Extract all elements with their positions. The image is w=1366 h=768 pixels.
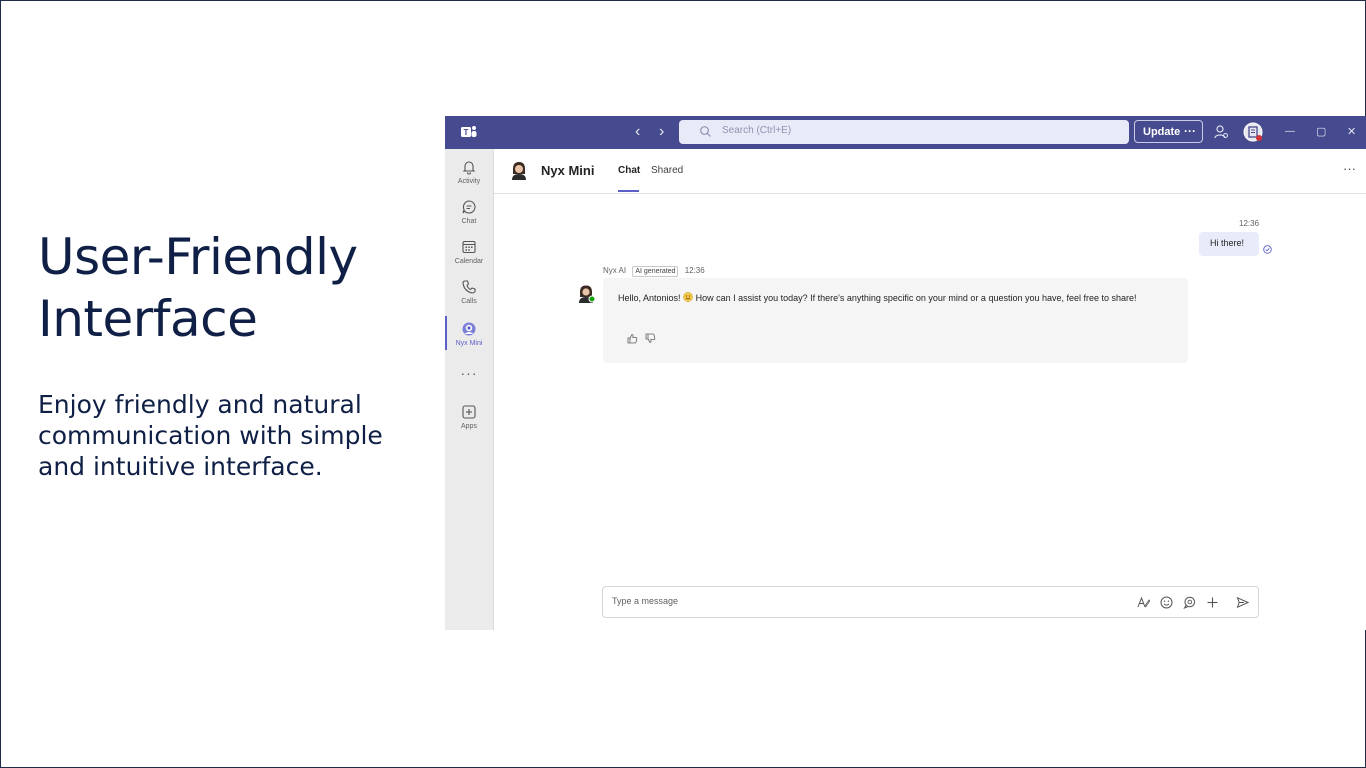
search-icon (700, 126, 711, 137)
profile-avatar[interactable] (1243, 122, 1263, 142)
bot-message-meta: Nyx AI AI generated 12:36 (603, 266, 705, 277)
bot-message-greeting: Hello, Antonios! (618, 293, 681, 303)
bot-message-time: 12:36 (684, 266, 705, 275)
rail-active-indicator (445, 316, 447, 350)
search-placeholder: Search (Ctrl+E) (722, 125, 792, 136)
smile-emoji-icon (683, 292, 693, 302)
thumbs-up-icon[interactable] (627, 333, 638, 344)
rail-item-activity[interactable]: Activity (445, 153, 493, 191)
chat-icon (462, 200, 476, 214)
minimize-button[interactable]: — (1285, 124, 1295, 140)
bot-avatar (576, 283, 596, 303)
add-icon[interactable] (1206, 596, 1219, 609)
search-bar[interactable]: Search (Ctrl+E) (679, 120, 1129, 144)
bot-message-bubble[interactable]: Hello, Antonios! How can I assist you to… (603, 278, 1188, 363)
teams-window: T ‹ › Search (Ctrl+E) Update ··· — ▢ ✕ A… (445, 116, 1366, 630)
user-message-time: 12:36 (1239, 219, 1260, 228)
ai-generated-badge: AI generated (632, 266, 679, 277)
rail-label-activity: Activity (457, 178, 481, 185)
thumbs-down-icon[interactable] (645, 333, 656, 344)
close-button[interactable]: ✕ (1347, 124, 1356, 140)
svg-text:T: T (464, 128, 469, 137)
loop-icon[interactable] (1183, 596, 1196, 609)
more-options-icon[interactable]: ··· (1343, 161, 1356, 176)
rail-item-apps[interactable]: Apps (445, 398, 493, 436)
update-label: Update (1143, 126, 1181, 138)
rail-label-calendar: Calendar (454, 258, 484, 265)
app-rail: Activity Chat Calendar Calls Nyx Mini ··… (445, 149, 494, 630)
bot-sender-name: Nyx AI (603, 266, 627, 275)
bell-icon (462, 161, 476, 175)
title-bar: T ‹ › Search (Ctrl+E) Update ··· — ▢ ✕ (445, 116, 1366, 149)
user-message-bubble[interactable]: Hi there! (1199, 232, 1259, 256)
active-tab-indicator (618, 190, 639, 192)
chat-header: Nyx Mini Chat Shared ··· (494, 149, 1366, 194)
bot-message-text: Hello, Antonios! How can I assist you to… (618, 291, 1178, 305)
read-receipt-icon (1263, 245, 1272, 254)
apps-icon (462, 405, 476, 419)
maximize-button[interactable]: ▢ (1316, 124, 1326, 140)
update-more-icon: ··· (1184, 124, 1196, 138)
slide-title: User-Friendly Interface (38, 228, 358, 348)
forward-button[interactable]: › (659, 123, 664, 141)
rail-label-apps: Apps (461, 423, 477, 430)
rail-label-nyx-mini: Nyx Mini (455, 340, 483, 347)
rail-label-calls: Calls (461, 298, 477, 305)
chat-title: Nyx Mini (541, 163, 595, 178)
chat-avatar (508, 159, 530, 181)
teams-logo-icon: T (461, 126, 477, 137)
tab-shared[interactable]: Shared (651, 165, 683, 176)
nyx-mini-icon (462, 322, 476, 336)
user-message-text: Hi there! (1210, 238, 1245, 248)
message-compose-box (602, 586, 1259, 618)
rail-item-calendar[interactable]: Calendar (445, 233, 493, 271)
message-input[interactable] (612, 596, 1112, 606)
send-icon[interactable] (1236, 596, 1249, 609)
back-button[interactable]: ‹ (635, 123, 640, 141)
rail-item-calls[interactable]: Calls (445, 273, 493, 311)
tab-chat[interactable]: Chat (618, 165, 640, 176)
slide-subtitle: Enjoy friendly and natural communication… (38, 390, 383, 481)
people-icon[interactable] (1213, 124, 1229, 140)
calendar-icon (462, 240, 476, 254)
rail-more-icon[interactable]: ··· (445, 365, 493, 381)
rail-label-chat: Chat (461, 218, 477, 225)
format-icon[interactable] (1137, 596, 1150, 609)
rail-item-nyx-mini[interactable]: Nyx Mini (445, 315, 493, 353)
phone-icon (462, 280, 476, 294)
update-button[interactable]: Update ··· (1134, 120, 1203, 143)
emoji-icon[interactable] (1160, 596, 1173, 609)
bot-message-body: How can I assist you today? If there's a… (695, 293, 1137, 303)
rail-item-chat[interactable]: Chat (445, 193, 493, 231)
